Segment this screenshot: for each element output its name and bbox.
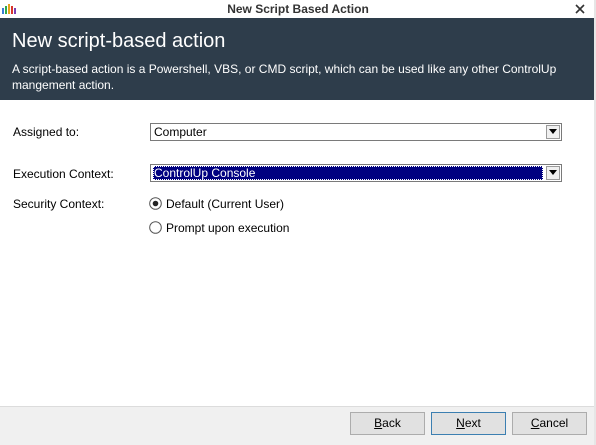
back-label-rest: ack: [382, 416, 401, 430]
assigned-to-label: Assigned to:: [13, 125, 80, 139]
execution-context-dropdown[interactable]: ControlUp Console: [150, 164, 562, 182]
execution-context-value: ControlUp Console: [153, 166, 543, 180]
back-mnemonic: B: [374, 416, 383, 430]
security-context-label: Security Context:: [13, 197, 105, 211]
assigned-to-dropdown[interactable]: Computer: [150, 123, 562, 141]
form-area: Assigned to: Computer Execution Context:…: [0, 100, 596, 406]
assigned-to-dropdown-button[interactable]: [546, 125, 560, 139]
next-button[interactable]: Next: [431, 412, 506, 435]
radio-button-unchecked[interactable]: [149, 221, 162, 234]
header-banner: New script-based action A script-based a…: [0, 18, 596, 100]
close-icon[interactable]: [574, 3, 586, 15]
radio-prompt-label: Prompt upon execution: [166, 221, 290, 235]
execution-context-label: Execution Context:: [13, 167, 114, 181]
chevron-down-icon: [549, 170, 557, 175]
title-bar: New Script Based Action: [0, 0, 596, 18]
back-button[interactable]: Back: [350, 412, 425, 435]
dialog-window: New Script Based Action New script-based…: [0, 0, 596, 445]
next-mnemonic: N: [456, 416, 465, 430]
execution-context-dropdown-button[interactable]: [546, 166, 560, 180]
assigned-to-value: Computer: [154, 125, 207, 139]
next-label-rest: ext: [464, 416, 481, 430]
chevron-down-icon: [549, 129, 557, 134]
header-title: New script-based action: [12, 30, 226, 52]
radio-default-label: Default (Current User): [166, 197, 285, 211]
window-title: New Script Based Action: [227, 2, 369, 16]
cancel-label-rest: ancel: [539, 416, 569, 430]
cancel-button[interactable]: Cancel: [512, 412, 587, 435]
header-description: A script-based action is a Powershell, V…: [12, 62, 557, 92]
radio-button-checked[interactable]: [149, 197, 162, 210]
button-bar: Back Next Cancel: [0, 406, 596, 445]
